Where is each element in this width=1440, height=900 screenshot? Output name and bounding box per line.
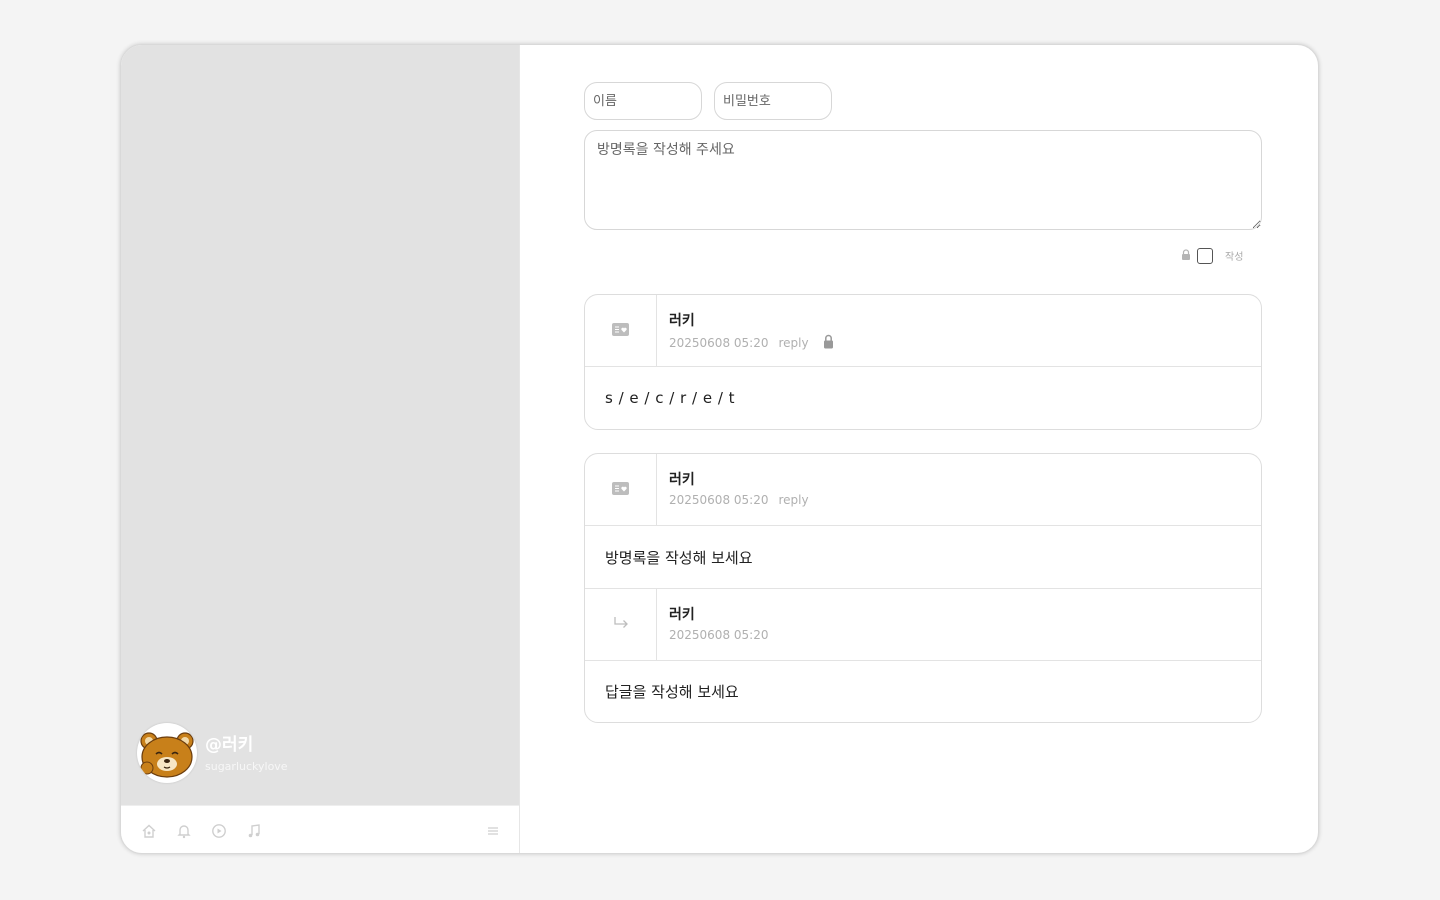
home-icon[interactable]: [141, 823, 157, 839]
menu-icon[interactable]: [485, 823, 501, 839]
write-button[interactable]: 작성: [1225, 248, 1243, 263]
reply-link[interactable]: reply: [778, 493, 808, 507]
avatar[interactable]: [137, 723, 197, 783]
guestbook-entry: 러키 20250608 05:20 reply 방명록을 작성해 보세요 러키: [584, 453, 1262, 723]
lock-icon: [1181, 246, 1191, 265]
reply-date: 20250608 05:20: [669, 628, 769, 642]
music-icon[interactable]: [246, 823, 262, 839]
profile-handle: @러키: [205, 734, 254, 755]
message-textarea[interactable]: [584, 130, 1262, 230]
entry-author: 러키: [669, 313, 695, 329]
secret-checkbox[interactable]: [1197, 247, 1213, 264]
bell-icon[interactable]: [176, 823, 192, 839]
reply-entry: 러키 20250608 05:20: [585, 588, 1261, 661]
guestbook-card-icon: [612, 321, 629, 340]
entry-content: s / e / c / r / e / t: [605, 389, 736, 407]
reply-author: 러키: [669, 607, 695, 623]
bottom-nav: [121, 805, 519, 853]
entry-date: 20250608 05:20: [669, 336, 769, 350]
reply-content: 답글을 작성해 보세요: [605, 683, 739, 701]
entry-date: 20250608 05:20: [669, 493, 769, 507]
profile-subtitle: sugarluckylove: [205, 759, 288, 773]
entry-author: 러키: [669, 472, 695, 488]
chat-icon[interactable]: [211, 823, 227, 839]
write-bar: 작성: [1181, 246, 1243, 265]
guestbook-panel: 작성 러키 20250608 05:20 reply: [521, 45, 1318, 853]
password-input[interactable]: [714, 82, 832, 120]
rilakkuma-avatar-icon: [140, 732, 194, 778]
name-input[interactable]: [584, 82, 702, 120]
entry-content: 방명록을 작성해 보세요: [605, 548, 753, 567]
guestbook-card-icon: [612, 480, 629, 499]
window-frame: @러키 sugarluckylove 이름 방명록을 작성해 주세요 작성 러키…: [120, 44, 1319, 854]
guestbook-entry: 러키 20250608 05:20 reply s / e / c / r / …: [584, 294, 1262, 430]
reply-arrow-icon: [612, 615, 630, 634]
reply-link[interactable]: reply: [778, 336, 808, 350]
sidebar: @러키 sugarluckylove: [121, 45, 520, 853]
lock-icon: [823, 334, 834, 352]
profile: @러키 sugarluckylove: [137, 723, 288, 783]
